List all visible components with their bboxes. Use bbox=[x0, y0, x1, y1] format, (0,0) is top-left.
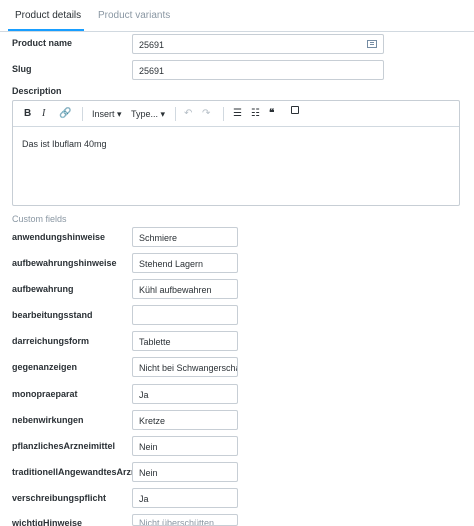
tab-bar: Product details Product variants bbox=[0, 0, 474, 32]
bullet-list-icon[interactable]: ☰ bbox=[233, 108, 242, 119]
toolbar-divider bbox=[175, 107, 176, 121]
custom-field-label: verschreibungspflicht bbox=[12, 493, 107, 503]
custom-field-value: Nein bbox=[139, 442, 158, 452]
custom-field-value: Schmiere bbox=[139, 233, 178, 243]
custom-field-label: wichtigHinweise bbox=[12, 518, 83, 526]
custom-field-input[interactable]: Ja bbox=[132, 488, 238, 508]
custom-field-value: Nicht bei Schwangerschaft bbox=[139, 363, 238, 373]
custom-field-label: bearbeitungsstand bbox=[12, 310, 93, 320]
toolbar-divider bbox=[223, 107, 224, 121]
redo-icon[interactable]: ↷ bbox=[202, 108, 210, 119]
tab-product-details[interactable]: Product details bbox=[15, 10, 81, 21]
insert-dropdown[interactable]: Insert ▾ bbox=[92, 109, 122, 120]
custom-field-value: Kühl aufbewahren bbox=[139, 285, 212, 295]
custom-field-input[interactable]: Nein bbox=[132, 436, 238, 456]
custom-field-label: nebenwirkungen bbox=[12, 415, 84, 425]
custom-field-value: Nein bbox=[139, 468, 158, 478]
slug-input[interactable]: 25691 bbox=[132, 60, 384, 80]
product-name-label: Product name bbox=[12, 38, 73, 48]
custom-field-input[interactable]: Tablette bbox=[132, 331, 238, 351]
active-tab-indicator bbox=[8, 29, 84, 31]
editor-content[interactable]: Das ist Ibuflam 40mg bbox=[22, 139, 107, 149]
undo-icon[interactable]: ↶ bbox=[184, 108, 192, 119]
link-icon[interactable]: 🔗 bbox=[59, 108, 71, 119]
description-label: Description bbox=[12, 86, 62, 96]
custom-field-value: Kretze bbox=[139, 416, 166, 426]
custom-field-input[interactable]: Ja bbox=[132, 384, 238, 404]
custom-field-value: Ja bbox=[139, 390, 149, 400]
description-editor: B I 🔗 Insert ▾ Type... ▾ ↶ ↷ ☰ ☷ ❝ Das i… bbox=[12, 100, 460, 206]
custom-field-label: monopraeparat bbox=[12, 389, 78, 399]
custom-field-label: aufbewahrungshinweise bbox=[12, 258, 117, 268]
custom-field-label: darreichungsform bbox=[12, 336, 90, 346]
product-name-value: 25691 bbox=[139, 40, 165, 50]
toolbar-divider bbox=[82, 107, 83, 121]
custom-field-label: traditionellAngewandtesArzneimittel bbox=[12, 467, 132, 477]
slug-label: Slug bbox=[12, 64, 32, 74]
editor-toolbar: B I 🔗 Insert ▾ Type... ▾ ↶ ↷ ☰ ☷ ❝ bbox=[13, 101, 459, 127]
custom-field-input[interactable]: Nicht überschütten bbox=[132, 514, 238, 526]
code-view-icon[interactable] bbox=[291, 106, 299, 114]
slug-value: 25691 bbox=[139, 66, 165, 76]
custom-field-value: Stehend Lagern bbox=[139, 259, 204, 269]
italic-button[interactable]: I bbox=[42, 108, 45, 119]
custom-fields-title: Custom fields bbox=[12, 214, 67, 224]
custom-field-input[interactable]: Nicht bei Schwangerschaft bbox=[132, 357, 238, 377]
custom-field-input[interactable]: Schmiere bbox=[132, 227, 238, 247]
product-list-icon[interactable] bbox=[367, 40, 377, 48]
custom-field-input[interactable] bbox=[132, 305, 238, 325]
tab-product-variants[interactable]: Product variants bbox=[98, 10, 170, 21]
type-dropdown[interactable]: Type... ▾ bbox=[131, 109, 165, 120]
custom-field-value: Nicht überschütten bbox=[139, 518, 215, 526]
blockquote-icon[interactable]: ❝ bbox=[269, 108, 274, 119]
custom-field-input[interactable]: Stehend Lagern bbox=[132, 253, 238, 273]
custom-field-value: Tablette bbox=[139, 337, 171, 347]
product-name-input[interactable]: 25691 bbox=[132, 34, 384, 54]
custom-field-value: Ja bbox=[139, 494, 149, 504]
custom-field-label: gegenanzeigen bbox=[12, 362, 78, 372]
bold-button[interactable]: B bbox=[24, 108, 31, 119]
custom-field-label: pflanzlichesArzneimittel bbox=[12, 441, 116, 451]
custom-field-input[interactable]: Kühl aufbewahren bbox=[132, 279, 238, 299]
custom-field-input[interactable]: Kretze bbox=[132, 410, 238, 430]
custom-field-input[interactable]: Nein bbox=[132, 462, 238, 482]
custom-field-label: aufbewahrung bbox=[12, 284, 74, 294]
numbered-list-icon[interactable]: ☷ bbox=[251, 108, 260, 119]
custom-field-label: anwendungshinweise bbox=[12, 232, 106, 242]
